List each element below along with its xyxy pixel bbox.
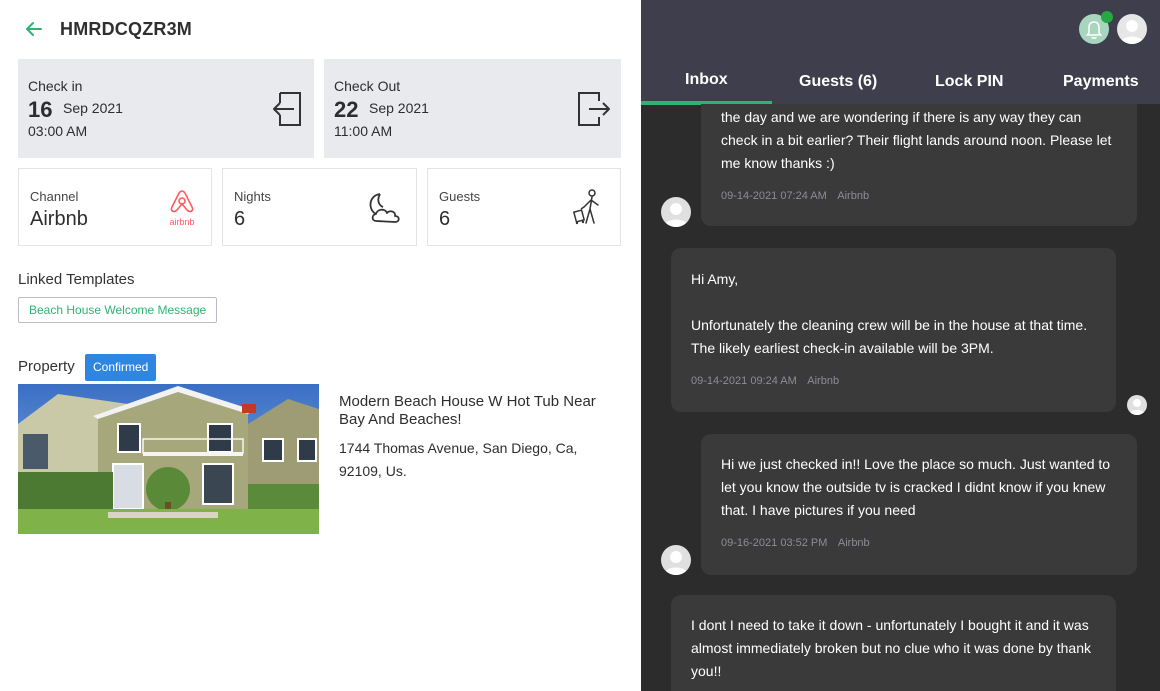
linked-templates-title: Linked Templates <box>18 271 135 288</box>
guests-label: Guests <box>439 189 481 204</box>
message-meta: 09-14-2021 09:24 AM Airbnb <box>691 370 1096 393</box>
message-meta: 09-16-2021 03:52 PM Airbnb <box>721 532 1117 555</box>
message-bubble: the day and we are wondering if there is… <box>701 104 1137 226</box>
traveler-icon <box>572 189 599 225</box>
nights-label: Nights <box>234 189 271 204</box>
message-timestamp: 09-16-2021 03:52 PM <box>721 537 828 549</box>
airbnb-logo-icon: airbnb <box>167 189 197 227</box>
template-tag[interactable]: Beach House Welcome Message <box>18 297 218 323</box>
message-text: the day and we are wondering if there is… <box>721 109 1112 171</box>
user-avatar[interactable] <box>1117 14 1147 44</box>
message-text-line: Hi Amy, <box>691 271 739 287</box>
message-channel: Airbnb <box>837 190 870 202</box>
message-text: Hi we just checked in!! Love the place s… <box>721 456 1111 518</box>
message-timestamp: 09-14-2021 07:24 AM <box>721 190 827 202</box>
check-out-label: Check Out <box>334 78 401 94</box>
message-text-line: Unfortunately the cleaning crew will be … <box>691 317 1088 356</box>
reservation-details-pane: HMRDCQZR3M Check in 16 Sep 2021 03:00 AM… <box>0 0 641 691</box>
channel-card: Channel Airbnb airbnb <box>18 168 212 246</box>
status-badge: Confirmed <box>85 354 157 381</box>
property-address: 1744 Thomas Avenue, San Diego, Ca, 92109… <box>339 440 578 479</box>
tab-lock-pin[interactable]: Lock PIN <box>935 73 1003 91</box>
property-title: Property <box>18 358 75 375</box>
channel-value: Airbnb <box>30 208 88 230</box>
messaging-header: Inbox Guests (6) Lock PIN Payments <box>641 0 1160 105</box>
message-bubble: Hi we just checked in!! Love the place s… <box>701 434 1137 575</box>
airbnb-logo-text: airbnb <box>169 217 195 227</box>
check-out-icon <box>578 92 610 126</box>
check-in-card: Check in 16 Sep 2021 03:00 AM <box>18 59 314 158</box>
reservation-code: HMRDCQZR3M <box>60 19 192 39</box>
guests-card: Guests 6 <box>427 168 621 246</box>
tab-guests[interactable]: Guests (6) <box>799 73 877 91</box>
check-out-day: 22 <box>334 97 359 122</box>
message-bubble: Hi Amy, Unfortunately the cleaning crew … <box>671 248 1116 412</box>
channel-label: Channel <box>30 189 79 204</box>
message-bubble: I dont I need to take it down - unfortun… <box>671 595 1116 691</box>
message-channel: Airbnb <box>837 537 870 549</box>
guest-avatar <box>661 545 691 575</box>
check-out-time: 11:00 AM <box>334 123 393 139</box>
nights-card: Nights 6 <box>222 168 417 246</box>
messaging-pane: Inbox Guests (6) Lock PIN Payments the d… <box>641 0 1160 691</box>
check-out-month-year: Sep 2021 <box>369 100 429 116</box>
property-name[interactable]: Modern Beach House W Hot Tub Near Bay An… <box>339 393 609 429</box>
check-in-month-year: Sep 2021 <box>63 100 123 116</box>
tab-payments[interactable]: Payments <box>1063 73 1139 91</box>
tab-inbox[interactable]: Inbox <box>685 71 728 89</box>
message-thread[interactable]: the day and we are wondering if there is… <box>641 104 1160 691</box>
host-avatar <box>1127 395 1147 415</box>
property-photo[interactable] <box>18 384 319 534</box>
nights-value: 6 <box>234 208 246 230</box>
check-in-time: 03:00 AM <box>28 123 88 139</box>
moon-cloud-icon <box>369 193 400 223</box>
message-text: I dont I need to take it down - unfortun… <box>691 617 1091 679</box>
guest-avatar <box>661 197 691 227</box>
check-in-label: Check in <box>28 78 83 94</box>
back-arrow-icon[interactable] <box>24 19 44 39</box>
guests-value: 6 <box>439 208 451 230</box>
check-out-card: Check Out 22 Sep 2021 11:00 AM <box>324 59 621 158</box>
notification-dot <box>1101 11 1113 23</box>
message-meta: 09-14-2021 07:24 AM Airbnb <box>721 185 1117 208</box>
check-in-day: 16 <box>28 97 53 122</box>
message-channel: Airbnb <box>807 375 840 387</box>
message-timestamp: 09-14-2021 09:24 AM <box>691 375 797 387</box>
check-in-icon <box>273 92 301 126</box>
